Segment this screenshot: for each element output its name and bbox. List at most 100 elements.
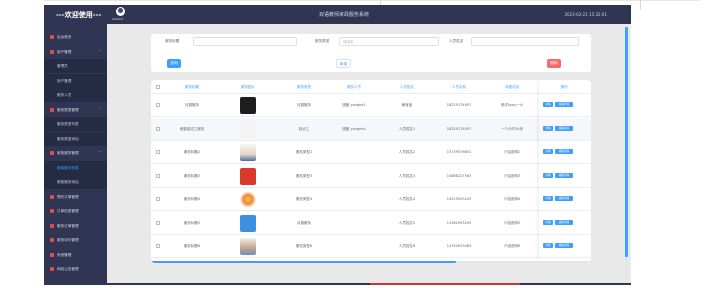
ruler-tick [640, 0, 641, 10]
cell-phone: 15739576651 [446, 150, 472, 154]
table-row[interactable]: 月嫂服务 月嫂服务 团团 yanghe1 黄宝宝 18225174957 测试fuwu一小… [151, 94, 591, 117]
cell-type: 月嫂服务 [297, 103, 311, 107]
service-image [240, 144, 256, 161]
cell-detail: 介绍说明3 [503, 173, 521, 178]
cell-detail: 介绍说明2 [503, 150, 521, 154]
row-checkbox[interactable] [156, 197, 160, 201]
sidebar-item[interactable]: 网站公告管理 [44, 262, 107, 276]
main-content: 服务标题 服务类型 请选择 人员姓名 查询 新增 删除 服务标题 服务图片 服务… [107, 24, 631, 283]
col-detail[interactable]: 详细内容 [487, 85, 537, 90]
service-image [240, 97, 256, 114]
cell-type: 服务类型3 [295, 173, 313, 178]
sidebar: 后台首页 用户管理 ⌃ 管理员 用户管理 服务人员 服务类型管理 ⌃ 服务类型列表 服务类型添加家… [44, 24, 107, 283]
row-checkbox[interactable] [156, 126, 160, 131]
table-row[interactable]: 服务标题4 服务类型4 人员姓名4 14519925243 介绍说明4 详情 编辑详情 [151, 188, 591, 211]
sidebar-subitem-label: 服务类型列表 [57, 122, 79, 126]
cell-title: 月嫂服务 [185, 103, 199, 107]
horizontal-scrollbar[interactable] [151, 261, 591, 263]
search-button[interactable]: 查询 [167, 59, 181, 68]
sidebar-item[interactable]: 服务类型管理 ⌃ [44, 103, 107, 117]
sidebar-item[interactable]: 系统管理 [44, 248, 107, 262]
sidebar-subitem-label: 家政服务列表 [57, 165, 79, 170]
col-name[interactable]: 人员姓名 [384, 85, 430, 90]
cell-phone: 18225174957 [446, 103, 472, 107]
table-row[interactable]: 家庭保洁工服务 钟点工 团团 yanghe4 人员姓名1 18225174957 一个小时… [151, 117, 591, 141]
title-input[interactable] [193, 37, 297, 46]
table-row[interactable]: 服务标题3 服务类型3 人员姓名3 15886227563 介绍说明3 详情 编辑详情 [151, 164, 591, 188]
cell-detail: 介绍说明4 [503, 197, 521, 201]
cell-title: 服务标题5 [183, 220, 201, 225]
sidebar-subitem[interactable]: 服务人员 [44, 88, 107, 102]
menu-icon [50, 194, 54, 199]
table-row[interactable]: 服务标题2 服务类型2 人员姓名2 15739576651 介绍说明2 详情 编辑详情 [151, 141, 591, 164]
sidebar-subitem[interactable]: 管理员 [44, 59, 107, 73]
staff-input[interactable] [471, 37, 579, 46]
sidebar-subitem-label: 家政服务添加 [57, 180, 79, 184]
cell-title: 服务标题3 [183, 173, 201, 178]
table-row[interactable]: 服务标题6 服务类型6 人员姓名6 14754923463 介绍说明6 详情 编辑详情 [151, 235, 591, 258]
row-checkbox[interactable] [156, 244, 160, 248]
staff-label: 人员姓名 [449, 39, 464, 43]
vertical-scroll-thumb[interactable] [625, 27, 628, 257]
type-select[interactable]: 请选择 [339, 37, 439, 46]
cell-name: 人员姓名3 [398, 173, 416, 178]
col-type[interactable]: 服务类型 [281, 85, 327, 90]
row-checkbox[interactable] [156, 150, 160, 154]
sidebar-item[interactable]: 后台首页 [44, 30, 107, 44]
row-checkbox[interactable] [156, 173, 160, 178]
sidebar-item-label: 服务类型管理 [57, 107, 79, 112]
system-title: 双语教师家政服务系统 [318, 12, 369, 18]
sidebar-subitem[interactable]: 用户管理 [44, 73, 107, 88]
sidebar-subitem[interactable]: 服务类型添加 [44, 131, 107, 146]
col-image[interactable]: 服务图片 [225, 85, 271, 90]
col-title[interactable]: 服务标题 [169, 85, 215, 90]
col-staff[interactable]: 服务人员 [331, 85, 377, 90]
service-image [240, 191, 256, 208]
row-checkbox[interactable] [156, 103, 160, 107]
horizontal-scroll-thumb[interactable] [151, 261, 456, 263]
cell-type: 月嫂服务 [297, 220, 311, 225]
table-row[interactable]: 服务标题5 月嫂服务 人员姓名5 13362993293 介绍说明5 详情 编辑详情 [151, 211, 591, 235]
vertical-scrollbar[interactable] [625, 27, 628, 280]
service-image [240, 214, 256, 232]
sidebar-item-label: 系统管理 [57, 252, 72, 257]
sidebar-item[interactable]: 服务评价管理 [44, 233, 107, 247]
sidebar-item[interactable]: 用户管理 ⌃ [44, 45, 107, 59]
col-phone[interactable]: 人员手机 [434, 85, 484, 90]
title-label: 服务标题 [165, 39, 180, 43]
cell-staff: 团团 yanghe4 [342, 126, 366, 131]
top-divider [44, 0, 700, 1]
cell-staff: 团团 yanghe1 [342, 103, 366, 107]
sidebar-item[interactable]: 订单信息管理 [44, 204, 107, 218]
cell-phone: 18225174957 [446, 126, 472, 131]
chevron-up-icon: ⌃ [98, 48, 102, 54]
service-image [240, 167, 256, 185]
cell-phone: 14519925243 [446, 197, 472, 201]
sidebar-subitem-label: 服务类型添加 [57, 136, 79, 141]
sidebar-subitem[interactable]: 家政服务添加 [44, 175, 107, 189]
cell-detail: 一个小时10块 [501, 126, 523, 131]
cell-type: 钟点工 [298, 126, 310, 131]
sidebar-item-label: 预约订单管理 [57, 194, 79, 199]
bottom-bar [44, 283, 631, 285]
cell-name: 人员姓名5 [398, 220, 416, 225]
chevron-up-icon: ⌃ [98, 106, 102, 112]
delete-button[interactable]: 删除 [547, 59, 561, 68]
menu-icon [50, 209, 54, 213]
cell-name: 人员姓名6 [398, 244, 416, 248]
select-all-checkbox[interactable] [156, 85, 160, 89]
sidebar-item[interactable]: 预约订单管理 [44, 190, 107, 204]
row-checkbox[interactable] [156, 220, 160, 225]
datetime: 2023-03-21 15:32:01 [564, 12, 607, 17]
sidebar-subitem-label: 服务人员 [57, 93, 72, 97]
cell-detail: 测试fuwu一小 [500, 103, 524, 107]
sidebar-item[interactable]: 家政服务管理 ⌃ [44, 146, 107, 160]
cell-name: 黄宝宝 [401, 103, 413, 107]
user-menu[interactable]: admin▾ [112, 7, 130, 23]
sidebar-item[interactable]: 服务订单管理 [44, 219, 107, 233]
data-table: 服务标题 服务图片 服务类型 服务人员 人员姓名 人员手机 详细内容 操作 月嫂… [151, 80, 591, 263]
type-label: 服务类型 [315, 39, 330, 43]
add-button[interactable]: 新增 [336, 59, 351, 68]
sidebar-subitem[interactable]: 服务类型列表 [44, 117, 107, 131]
sidebar-subitem[interactable]: 家政服务列表 [44, 160, 107, 175]
